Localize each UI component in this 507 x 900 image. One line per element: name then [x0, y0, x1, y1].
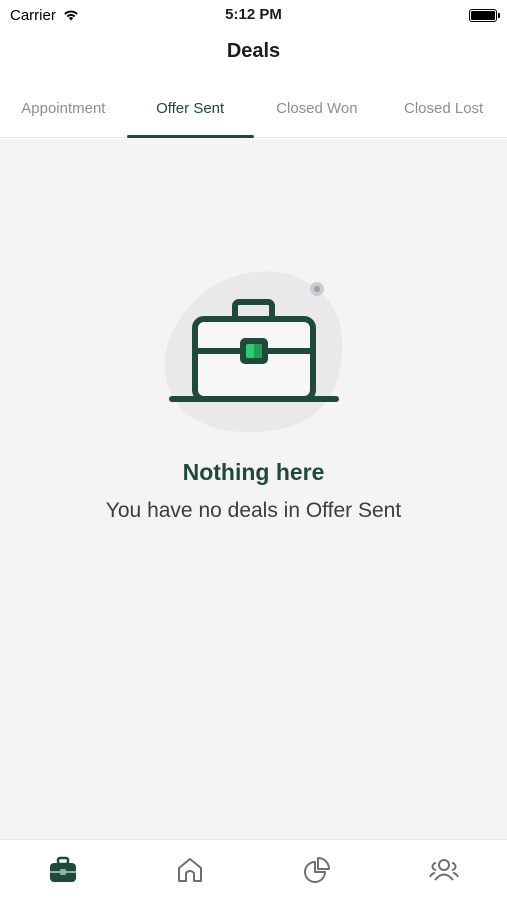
tab-appointment[interactable]: Appointment [0, 88, 127, 137]
home-icon [178, 858, 203, 882]
nav-reports[interactable] [287, 845, 347, 895]
carrier-label: Carrier [10, 6, 56, 24]
nav-deals[interactable] [33, 845, 93, 895]
page-title: Deals [226, 40, 281, 62]
nav-home[interactable] [160, 845, 220, 895]
empty-state-message: You have no deals in Offer Sent [105, 499, 402, 522]
tab-closed-lost[interactable]: Closed Lost [380, 88, 507, 137]
wifi-icon [64, 10, 78, 21]
battery-icon [469, 8, 500, 22]
pie-chart-icon [303, 857, 330, 883]
nav-team[interactable] [414, 845, 474, 895]
deals-list-area: Nothing here You have no deals in Offer … [0, 139, 507, 839]
tab-closed-won[interactable]: Closed Won [254, 88, 381, 137]
users-icon [428, 859, 459, 881]
tab-offer-sent[interactable]: Offer Sent [126, 88, 254, 138]
bottom-navigation [0, 839, 507, 900]
briefcase-icon [50, 856, 77, 882]
empty-state-title: Nothing here [182, 459, 325, 485]
deal-status-tabs: Appointment Offer Sent Closed Won Closed… [0, 88, 507, 138]
briefcase-icon [164, 271, 343, 433]
status-bar: Carrier [0, 0, 507, 30]
status-left: Carrier [10, 7, 80, 24]
